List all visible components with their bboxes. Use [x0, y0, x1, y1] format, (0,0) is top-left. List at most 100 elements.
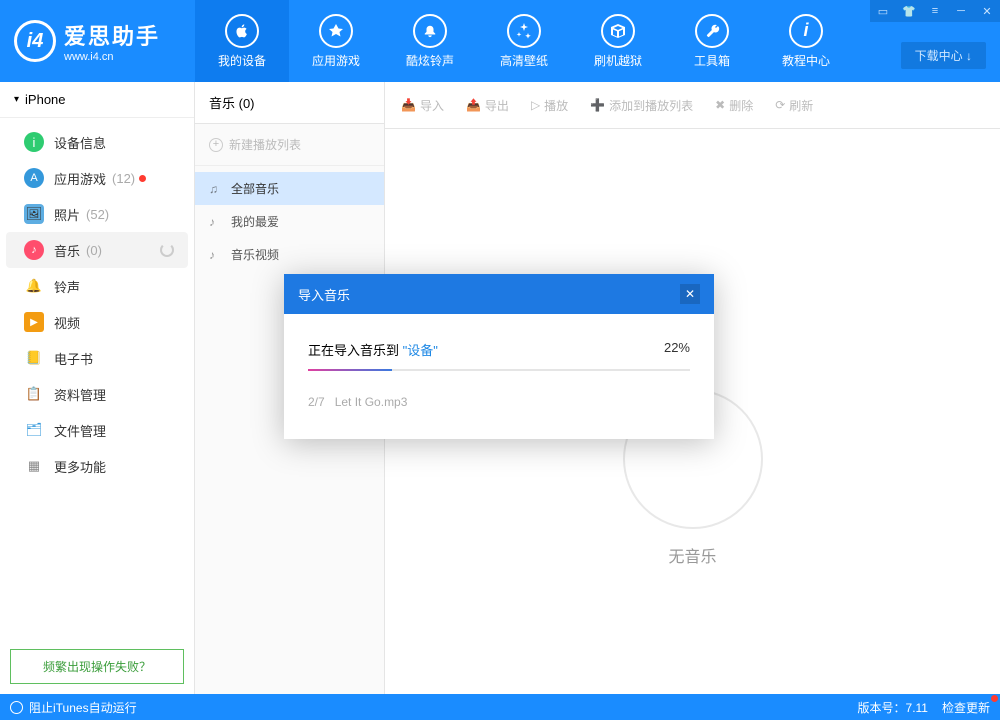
- cat-favorites[interactable]: ♪ 我的最爱: [195, 205, 384, 238]
- brand-block: i4 爱思助手 www.i4.cn: [0, 19, 195, 63]
- sidebar-file-manage[interactable]: 🗂 文件管理: [0, 412, 194, 448]
- sidebar-count: (12): [112, 171, 135, 186]
- photo-icon: 🖼: [24, 204, 44, 224]
- video-note-icon: ♪: [209, 248, 223, 262]
- video-icon: ▶: [24, 312, 44, 332]
- logo-icon: i4: [14, 20, 56, 62]
- feedback-icon[interactable]: ▭: [870, 0, 896, 22]
- device-selector[interactable]: ▾ iPhone: [0, 82, 194, 118]
- export-icon: 📤: [466, 98, 481, 112]
- sidebar-music[interactable]: ♪ 音乐 (0): [6, 232, 188, 268]
- sidebar-ringtones[interactable]: 🔔 铃声: [0, 268, 194, 304]
- sidebar-label: 应用游戏: [54, 169, 106, 188]
- empty-state-text: 无音乐: [668, 543, 716, 567]
- grid-icon: ▦: [24, 456, 44, 476]
- file-progress: 2/7: [308, 395, 325, 409]
- sidebar-label: 设备信息: [54, 133, 106, 152]
- cat-all-music[interactable]: ♫ 全部音乐: [195, 172, 384, 205]
- menu-icon[interactable]: ≡: [922, 0, 948, 22]
- check-update-button[interactable]: 检查更新: [942, 699, 990, 716]
- file-name: Let It Go.mp3: [335, 395, 408, 409]
- nav-apps[interactable]: 应用游戏: [289, 0, 383, 82]
- sidebar-label: 电子书: [54, 349, 93, 368]
- brand-url: www.i4.cn: [64, 51, 160, 63]
- export-button: 📤导出: [466, 97, 509, 114]
- plus-icon: +: [209, 138, 223, 152]
- import-target: "设备": [403, 343, 438, 358]
- nav-my-device[interactable]: 我的设备: [195, 0, 289, 82]
- toggle-icon: [10, 701, 23, 714]
- app-icon: A: [24, 168, 44, 188]
- delete-button: ✖删除: [715, 97, 753, 114]
- folder-icon: 🗂: [24, 420, 44, 440]
- status-bar: 阻止iTunes自动运行 版本号：7.11 检查更新: [0, 694, 1000, 720]
- import-button[interactable]: 📥导入: [401, 97, 444, 114]
- nav-label: 我的设备: [218, 52, 266, 69]
- heart-icon: ♪: [209, 215, 223, 229]
- bell-icon: [413, 14, 447, 48]
- cat-label: 音乐视频: [231, 246, 279, 263]
- skin-icon[interactable]: 👕: [896, 0, 922, 22]
- wrench-icon: [695, 14, 729, 48]
- block-itunes-toggle[interactable]: 阻止iTunes自动运行: [10, 699, 137, 716]
- sidebar-apps[interactable]: A 应用游戏 (12): [0, 160, 194, 196]
- nav-label: 刷机越狱: [594, 52, 642, 69]
- play-button: ▷播放: [531, 97, 568, 114]
- sidebar-ebooks[interactable]: 📒 电子书: [0, 340, 194, 376]
- sidebar-photos[interactable]: 🖼 照片 (52): [0, 196, 194, 232]
- refresh-button[interactable]: ⟳刷新: [775, 97, 813, 114]
- dialog-header: 导入音乐 ✕: [284, 274, 714, 314]
- import-file-info: 2/7 Let It Go.mp3: [308, 395, 690, 409]
- import-percent: 22%: [664, 340, 690, 359]
- nav-label: 教程中心: [782, 52, 830, 69]
- help-link[interactable]: 频繁出现操作失败？: [10, 649, 184, 684]
- refresh-icon: ⟳: [775, 98, 785, 112]
- dialog-title: 导入音乐: [298, 285, 350, 304]
- play-icon: ▷: [531, 98, 540, 112]
- cat-label: 我的最爱: [231, 213, 279, 230]
- sidebar-count: (52): [86, 207, 109, 222]
- version-text: 版本号：7.11: [858, 699, 928, 716]
- sidebar-more[interactable]: ▦ 更多功能: [0, 448, 194, 484]
- sidebar-label: 视频: [54, 313, 80, 332]
- close-button[interactable]: ✕: [974, 0, 1000, 22]
- update-badge-dot: [991, 695, 998, 702]
- import-icon: 📥: [401, 98, 416, 112]
- nav-wallpapers[interactable]: 高清壁纸: [477, 0, 571, 82]
- dialog-close-button: ✕: [680, 284, 700, 304]
- nav-toolbox[interactable]: 工具箱: [665, 0, 759, 82]
- bell-icon: 🔔: [24, 276, 44, 296]
- clipboard-icon: 📋: [24, 384, 44, 404]
- chevron-down-icon: ▾: [14, 94, 19, 105]
- sidebar-data-manage[interactable]: 📋 资料管理: [0, 376, 194, 412]
- block-itunes-label: 阻止iTunes自动运行: [29, 699, 137, 716]
- sidebar-label: 更多功能: [54, 457, 106, 476]
- loading-spinner-icon: [160, 243, 174, 257]
- sidebar-count: (0): [86, 243, 102, 258]
- book-icon: 📒: [24, 348, 44, 368]
- box-icon: [601, 14, 635, 48]
- device-name: iPhone: [25, 92, 65, 107]
- sidebar-videos[interactable]: ▶ 视频: [0, 304, 194, 340]
- sidebar-device-info[interactable]: i 设备信息: [0, 124, 194, 160]
- nav-label: 工具箱: [694, 52, 730, 69]
- nav-label: 应用游戏: [312, 52, 360, 69]
- app-header: i4 爱思助手 www.i4.cn 我的设备 应用游戏 酷炫铃声 高清壁纸 刷机…: [0, 0, 1000, 82]
- nav-tutorials[interactable]: i 教程中心: [759, 0, 853, 82]
- music-note-icon: ♫: [209, 182, 223, 196]
- music-tab[interactable]: 音乐 (0): [195, 82, 384, 124]
- nav-flash[interactable]: 刷机越狱: [571, 0, 665, 82]
- cat-music-video[interactable]: ♪ 音乐视频: [195, 238, 384, 271]
- apple-icon: [225, 14, 259, 48]
- info-icon: i: [24, 132, 44, 152]
- nav-ringtones[interactable]: 酷炫铃声: [383, 0, 477, 82]
- brand-title: 爱思助手: [64, 19, 160, 51]
- delete-icon: ✖: [715, 98, 725, 112]
- minimize-button[interactable]: ─: [948, 0, 974, 22]
- add-icon: ➕: [590, 98, 605, 112]
- new-playlist-button: + 新建播放列表: [195, 124, 384, 166]
- main-nav: 我的设备 应用游戏 酷炫铃声 高清壁纸 刷机越狱 工具箱 i 教程中心: [195, 0, 853, 82]
- download-center-button[interactable]: 下载中心 ↓: [901, 42, 986, 69]
- info-icon: i: [789, 14, 823, 48]
- sidebar-label: 音乐: [54, 241, 80, 260]
